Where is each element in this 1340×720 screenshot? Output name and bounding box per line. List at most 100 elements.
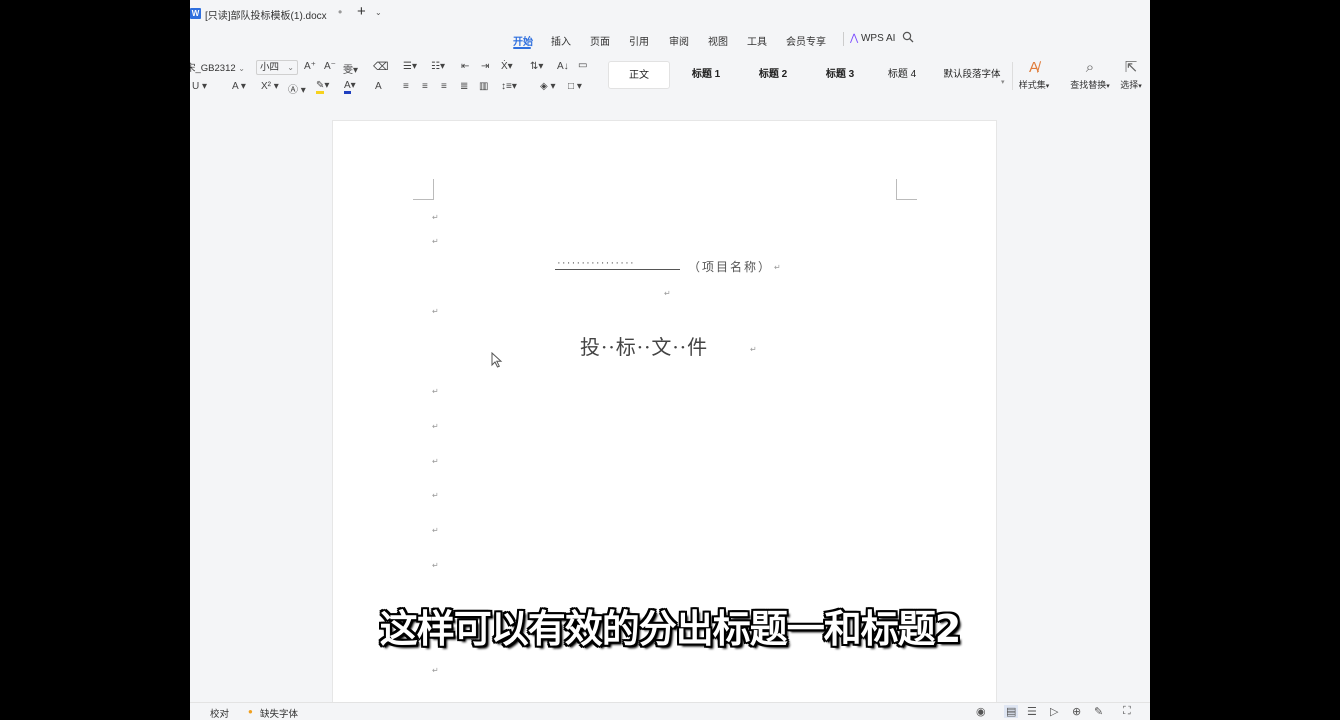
style-heading-1[interactable]: 标题 1 (678, 61, 734, 89)
highlight-icon[interactable]: ✎▾ (316, 80, 329, 94)
style-heading-3[interactable]: 标题 3 (812, 61, 868, 89)
crop-mark-top-right (896, 179, 917, 200)
chevron-down-icon: ▾ (1106, 83, 1110, 90)
align-left-icon[interactable]: ≡ (403, 81, 409, 92)
wps-ai-icon: ⋀ (850, 33, 859, 44)
font-size-value: 小四 (260, 62, 280, 73)
style-default-paragraph-font[interactable]: 默认段落字体 (935, 61, 1009, 89)
fullscreen-icon[interactable]: ⛶ (1123, 705, 1131, 718)
search-icon[interactable] (902, 31, 914, 46)
video-subtitle: 这样可以有效的分出标题一和标题2 (379, 607, 961, 651)
paragraph-mark: ↵ (432, 237, 439, 246)
style-heading-2[interactable]: 标题 2 (745, 61, 801, 89)
search-icon: ⌕ (1085, 59, 1095, 76)
chevron-down-icon: ⌄ (238, 64, 245, 73)
tab-member[interactable]: 会员专享 (786, 33, 826, 48)
tab-view[interactable]: 视图 (708, 33, 728, 48)
find-replace-button[interactable]: ⌕ 查找替换▾ (1067, 58, 1113, 91)
increase-indent-icon[interactable]: ⇥ (481, 61, 489, 72)
bullet-list-icon[interactable]: ☰▾ (403, 61, 417, 72)
numbered-list-icon[interactable]: ☷▾ (431, 61, 445, 72)
mouse-pointer-icon (491, 352, 503, 368)
style-set-button[interactable]: A̸ 样式集▾ (1016, 58, 1052, 91)
paragraph-mark: ↵ (432, 457, 439, 466)
paragraph-mark: ↵ (774, 263, 781, 272)
borders-icon[interactable]: □ ▾ (568, 81, 582, 92)
text-effect-icon[interactable]: Ⓐ ▾ (288, 81, 306, 96)
distributed-icon[interactable]: ▥ (479, 81, 488, 92)
play-icon[interactable]: ▷ (1050, 705, 1058, 718)
grow-font-icon[interactable]: A⁺ (304, 61, 316, 72)
tab-review[interactable]: 审阅 (669, 33, 689, 48)
active-tab-indicator (513, 47, 531, 49)
select-button[interactable]: ⇱ 选择▾ (1116, 58, 1146, 91)
ribbon-divider (1012, 62, 1013, 90)
text-direction-icon[interactable]: Ẋ▾ (501, 61, 513, 72)
align-center-icon[interactable]: ≡ (422, 81, 428, 92)
pen-icon[interactable]: ✎ (1094, 705, 1103, 718)
phonetic-guide-icon[interactable]: 雯▾ (343, 61, 358, 76)
project-name-label[interactable]: （项目名称） (688, 258, 772, 275)
chevron-down-icon[interactable]: ⌄ (375, 8, 382, 17)
justify-icon[interactable]: ≣ (460, 81, 468, 92)
chevron-down-icon: ▾ (1138, 83, 1142, 90)
unsaved-dot-icon[interactable]: • (338, 5, 342, 19)
web-view-icon[interactable]: ⊕ (1072, 705, 1081, 718)
wps-ai-label: WPS AI (860, 33, 896, 44)
align-right-icon[interactable]: ≡ (441, 81, 447, 92)
paragraph-mark: ↵ (432, 422, 439, 431)
tab-home[interactable]: 开始 (513, 33, 533, 48)
outline-view-icon[interactable]: ☰ (1027, 705, 1037, 718)
font-name-value: 宋_GB2312 (190, 63, 236, 74)
underline-icon[interactable]: U ▾ (192, 81, 207, 92)
missing-font-button[interactable]: 缺失字体 (260, 706, 298, 720)
document-tab-title[interactable]: [只读]部队投标模板(1).docx (205, 7, 327, 22)
decrease-indent-icon[interactable]: ⇤ (461, 61, 469, 72)
style-gallery: 正文 标题 1 标题 2 标题 3 标题 4 默认段落字体 (608, 61, 1008, 91)
paragraph-mark: ↵ (432, 387, 439, 396)
menu-bar: 开始 插入 页面 引用 审阅 视图 工具 会员专享 ⋀ WPS AI (190, 28, 1150, 50)
superscript-icon[interactable]: X² ▾ (261, 81, 279, 92)
tab-tools[interactable]: 工具 (747, 33, 767, 48)
font-name-select[interactable]: 宋_GB2312 ⌄ (190, 60, 252, 75)
style-gallery-expand-icon[interactable]: ▾ (1001, 78, 1005, 86)
paragraph-mark: ↵ (432, 307, 439, 316)
paragraph-mark: ↵ (432, 526, 439, 535)
tab-page[interactable]: 页面 (590, 33, 610, 48)
clear-format-icon[interactable]: ⌫ (373, 60, 389, 73)
font-color-icon[interactable]: A▾ (344, 80, 356, 94)
style-normal[interactable]: 正文 (608, 61, 670, 89)
project-name-blank[interactable]: ················ (557, 257, 635, 269)
proofread-button[interactable]: 校对 (210, 706, 229, 720)
style-heading-4[interactable]: 标题 4 (876, 61, 928, 89)
char-border-icon[interactable]: A (375, 81, 382, 92)
document-heading[interactable]: 投··标··文··件 (580, 331, 708, 360)
paragraph-mark: ↵ (664, 289, 671, 298)
line-spacing-icon[interactable]: ↕≡▾ (501, 81, 517, 92)
shrink-font-icon[interactable]: A⁻ (324, 61, 336, 72)
table-border-icon[interactable]: ▭ (578, 60, 587, 71)
sort-icon[interactable]: ⇅▾ (530, 61, 543, 72)
shading-icon[interactable]: ◈ ▾ (540, 81, 556, 92)
status-bar: 校对 ● 缺失字体 ◉ ▤ ☰ ▷ ⊕ ✎ ⛶ (190, 702, 1150, 720)
title-bar: W [只读]部队投标模板(1).docx • + ⌄ (190, 0, 1150, 28)
page-view-icon[interactable]: ▤ (1004, 705, 1019, 718)
eye-icon[interactable]: ◉ (976, 705, 986, 718)
paragraph-mark: ↵ (750, 345, 757, 354)
tab-references[interactable]: 引用 (629, 33, 649, 48)
font-size-select[interactable]: 小四 ⌄ (256, 60, 298, 75)
paragraph-sort-icon[interactable]: A↓ (557, 61, 569, 72)
ribbon-toolbar: 宋_GB2312 ⌄ 小四 ⌄ A⁺ A⁻ 雯▾ ⌫ ☰▾ ☷▾ ⇤ ⇥ Ẋ▾ … (190, 52, 1150, 102)
tab-insert[interactable]: 插入 (551, 33, 571, 48)
wps-ai-button[interactable]: ⋀ WPS AI (850, 33, 895, 44)
paragraph-mark: ↵ (432, 561, 439, 570)
paragraph-mark: ↵ (432, 213, 439, 222)
paragraph-mark: ↵ (432, 666, 439, 675)
new-tab-button[interactable]: + (357, 3, 366, 20)
crop-mark-top-left (413, 179, 434, 200)
paragraph-mark: ↵ (432, 491, 439, 500)
strikethrough-icon[interactable]: A ▾ (232, 81, 246, 92)
style-set-icon: A̸ (1028, 59, 1039, 76)
chevron-down-icon: ⌄ (287, 63, 294, 72)
warning-icon: ● (248, 707, 253, 716)
